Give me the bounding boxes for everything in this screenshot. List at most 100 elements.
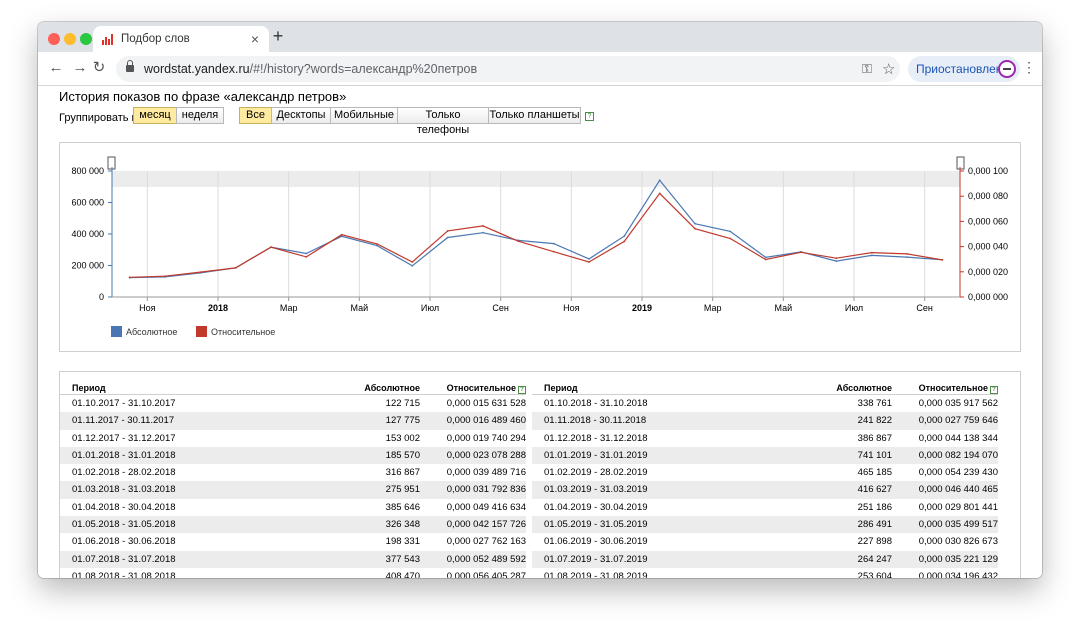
legend-relative[interactable]: Относительное bbox=[196, 326, 275, 337]
data-point-relative bbox=[835, 257, 838, 260]
row-absolute: 251 186 bbox=[857, 501, 892, 513]
data-point-relative bbox=[234, 267, 237, 269]
data-point-relative bbox=[906, 253, 908, 255]
forward-arrow-icon[interactable]: → bbox=[72, 60, 88, 76]
device-all-button[interactable]: Все bbox=[239, 107, 272, 124]
data-point-relative bbox=[482, 225, 484, 227]
group-month-button[interactable]: месяц bbox=[133, 107, 177, 124]
row-relative: 0,000 016 489 460 bbox=[446, 415, 526, 427]
x-tick-label: Май bbox=[775, 303, 793, 313]
table-row: 01.02.2019 - 28.02.2019 465 185 0,000 054 … bbox=[532, 464, 998, 481]
header-relative-label: Относительное bbox=[446, 383, 516, 393]
data-point-absolute bbox=[729, 230, 732, 233]
table-row: 01.11.2018 - 30.11.2018 241 822 0,000 027 … bbox=[532, 412, 998, 430]
new-tab-button[interactable]: + bbox=[270, 26, 286, 47]
data-point-absolute bbox=[658, 179, 661, 182]
data-point-relative bbox=[128, 276, 131, 279]
row-period: 01.04.2019 - 30.04.2019 bbox=[544, 501, 648, 513]
row-relative: 0,000 046 440 465 bbox=[918, 484, 998, 496]
row-relative: 0,000 035 917 562 bbox=[918, 398, 998, 409]
data-point-absolute bbox=[906, 256, 908, 258]
header-absolute: Абсолютное bbox=[836, 383, 892, 393]
x-tick-label: Июл bbox=[845, 303, 863, 313]
url-text[interactable]: wordstat.yandex.ru/#!/history?words=алек… bbox=[144, 62, 477, 76]
row-period: 01.11.2017 - 30.11.2017 bbox=[72, 415, 175, 427]
row-relative: 0,000 044 138 344 bbox=[918, 432, 998, 444]
row-period: 01.06.2019 - 30.06.2019 bbox=[544, 536, 648, 548]
header-period: Период bbox=[72, 383, 106, 393]
avatar bbox=[998, 60, 1016, 78]
row-relative: 0,000 027 759 646 bbox=[918, 415, 998, 427]
row-period: 01.07.2018 - 31.07.2018 bbox=[72, 553, 176, 565]
table-row: 01.07.2018 - 31.07.2018 377 543 0,000 052 … bbox=[60, 550, 526, 568]
row-relative: 0,000 023 078 288 bbox=[446, 449, 526, 461]
address-bar[interactable]: wordstat.yandex.ru/#!/history?words=алек… bbox=[116, 56, 900, 82]
more-menu-icon[interactable]: ⋮ bbox=[1022, 59, 1036, 76]
tab-bar: Подбор слов × + bbox=[38, 22, 1042, 52]
row-period: 01.12.2017 - 31.12.2017 bbox=[72, 432, 176, 444]
data-point-relative bbox=[764, 258, 767, 261]
table-column-right: Период Абсолютное Относительное? 01.10.2… bbox=[532, 378, 998, 578]
x-tick-label: Сен bbox=[916, 303, 933, 313]
table-row: 01.03.2018 - 31.03.2018 275 951 0,000 031 … bbox=[60, 481, 526, 499]
help-icon[interactable]: ? bbox=[585, 112, 594, 121]
header-relative-label: Относительное bbox=[918, 383, 988, 393]
header-relative: Относительное? bbox=[447, 383, 526, 394]
y-left-tick-label: 200 000 bbox=[71, 261, 104, 271]
x-tick-label: Июл bbox=[421, 303, 439, 313]
device-phones-button[interactable]: Только телефоны bbox=[397, 107, 489, 136]
data-point-absolute bbox=[411, 264, 414, 267]
data-point-relative bbox=[411, 261, 414, 263]
help-icon[interactable]: ? bbox=[990, 386, 998, 394]
row-absolute: 338 761 bbox=[857, 398, 892, 409]
key-icon[interactable]: ⚿ bbox=[862, 61, 872, 77]
close-icon[interactable]: × bbox=[251, 31, 259, 47]
device-desktop-button[interactable]: Десктопы bbox=[271, 107, 331, 124]
data-point-relative bbox=[694, 227, 696, 230]
group-week-button[interactable]: неделя bbox=[176, 107, 224, 124]
reload-icon[interactable]: ↻ bbox=[91, 60, 107, 76]
history-table: Период Абсолютное Относительное? 01.10.2… bbox=[59, 371, 1021, 578]
data-point-absolute bbox=[835, 260, 838, 262]
url-path: /#!/history?words=александр%20петров bbox=[249, 62, 478, 76]
data-point-absolute bbox=[376, 244, 378, 247]
profile-label: Приостановлена bbox=[916, 62, 1010, 76]
device-tablets-button[interactable]: Только планшеты bbox=[488, 107, 581, 124]
data-point-relative bbox=[199, 271, 202, 273]
browser-tab[interactable]: Подбор слов × bbox=[93, 26, 269, 52]
row-period: 01.02.2019 - 28.02.2019 bbox=[544, 467, 648, 479]
data-point-absolute bbox=[694, 222, 696, 225]
data-point-relative bbox=[941, 259, 944, 261]
row-absolute: 326 348 bbox=[385, 519, 420, 531]
range-selector-band bbox=[112, 171, 960, 187]
star-icon[interactable]: ☆ bbox=[882, 60, 895, 78]
header-period: Период bbox=[544, 383, 578, 393]
profile-button[interactable]: Приостановлена bbox=[908, 56, 1020, 82]
data-point-relative bbox=[446, 230, 449, 232]
table-row: 01.08.2018 - 31.08.2018 408 470 0,000 056 … bbox=[60, 568, 526, 578]
minimize-window-button[interactable] bbox=[64, 33, 76, 45]
data-point-relative bbox=[552, 250, 555, 253]
row-relative: 0,000 015 631 528 bbox=[446, 398, 526, 409]
back-arrow-icon[interactable]: ← bbox=[48, 60, 64, 76]
x-tick-label: Май bbox=[351, 303, 369, 313]
table-row: 01.04.2018 - 30.04.2018 385 646 0,000 049 … bbox=[60, 499, 526, 516]
maximize-window-button[interactable] bbox=[80, 33, 92, 45]
plot-area bbox=[112, 171, 960, 297]
table-row: 01.02.2018 - 28.02.2018 316 867 0,000 039 … bbox=[60, 464, 526, 481]
help-icon[interactable]: ? bbox=[518, 386, 526, 394]
row-period: 01.01.2019 - 31.01.2019 bbox=[544, 449, 648, 461]
legend-label-absolute: Абсолютное bbox=[126, 327, 178, 337]
chart-svg: Ноя 2018 Мар Май Июл Сен Ноя 2019 Мар Май Июл Сен 0 2… bbox=[71, 156, 1008, 313]
data-point-absolute bbox=[482, 231, 484, 234]
y-right-tick-label: 0,000 100 bbox=[968, 166, 1008, 176]
row-absolute: 465 185 bbox=[857, 467, 892, 479]
table-header: Период Абсолютное Относительное? bbox=[532, 378, 998, 395]
row-absolute: 316 867 bbox=[385, 467, 420, 479]
legend-absolute[interactable]: Абсолютное bbox=[111, 326, 177, 337]
close-window-button[interactable] bbox=[48, 33, 60, 45]
device-mobile-button[interactable]: Мобильные bbox=[330, 107, 398, 124]
row-absolute: 385 646 bbox=[385, 501, 420, 513]
row-relative: 0,000 056 405 287 bbox=[446, 570, 526, 578]
legend-label-relative: Относительное bbox=[211, 327, 276, 337]
